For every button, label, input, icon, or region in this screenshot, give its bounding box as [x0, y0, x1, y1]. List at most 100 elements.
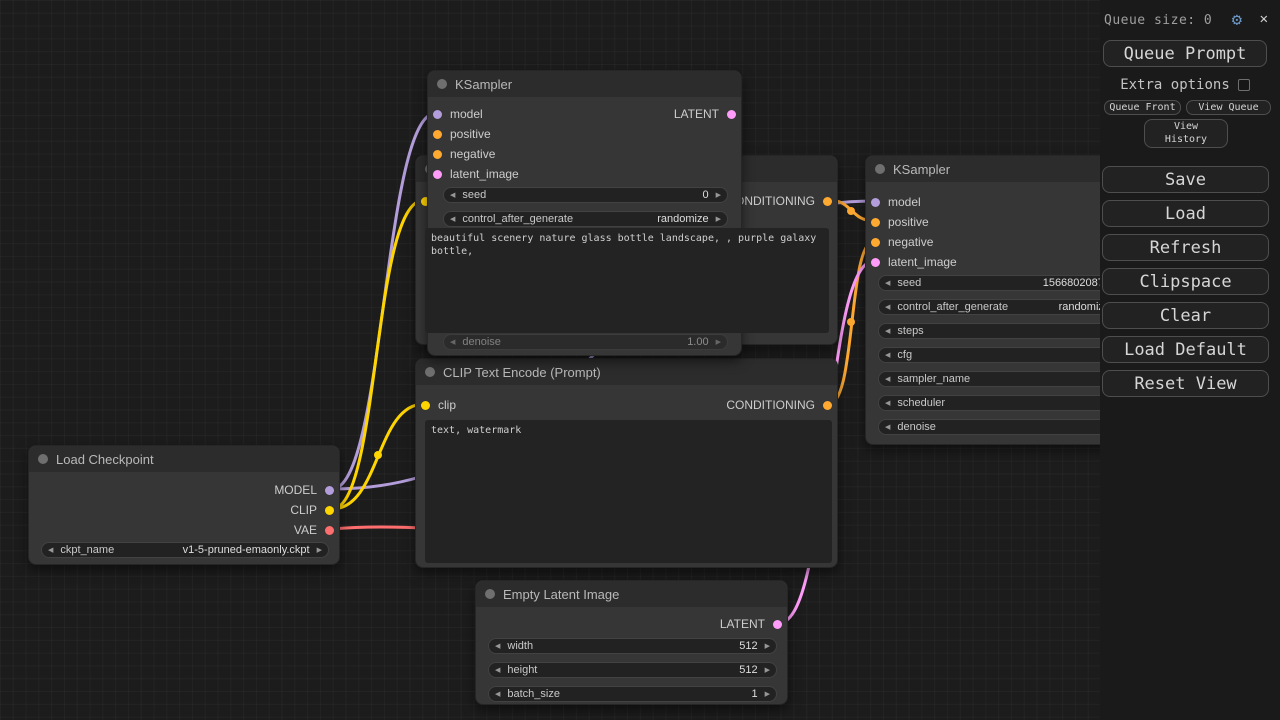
- latent-image-input-port[interactable]: [433, 170, 442, 179]
- scheduler-widget[interactable]: ◀ scheduler: [878, 395, 1124, 411]
- node-title: Empty Latent Image: [503, 587, 619, 602]
- widget-decrement-icon[interactable]: ◀: [885, 280, 890, 287]
- widget-increment-icon[interactable]: ▶: [716, 216, 721, 223]
- node-title: KSampler: [455, 77, 512, 92]
- positive-input-port[interactable]: [871, 218, 880, 227]
- seed-widget[interactable]: ◀ seed 0 ▶: [443, 187, 728, 203]
- widget-increment-icon[interactable]: ▶: [716, 192, 721, 199]
- negative-input: negative: [433, 146, 495, 162]
- queue-front-button[interactable]: Queue Front: [1104, 100, 1181, 115]
- extra-options-label: Extra options: [1120, 77, 1230, 93]
- model-output-port[interactable]: [325, 486, 334, 495]
- clip-input-port[interactable]: [421, 401, 430, 410]
- load-default-button[interactable]: Load Default: [1102, 336, 1269, 363]
- widget-decrement-icon[interactable]: ◀: [885, 328, 890, 335]
- model-output: MODEL: [274, 482, 334, 498]
- settings-gear-icon[interactable]: ⚙: [1232, 10, 1242, 30]
- model-input: model: [433, 106, 483, 122]
- comfy-menu: Queue size: 0 ⚙ ✕ Queue Prompt Extra opt…: [1100, 0, 1280, 720]
- reset-view-button[interactable]: Reset View: [1102, 370, 1269, 397]
- node-load-checkpoint[interactable]: Load Checkpoint MODEL CLIP VAE ◀ ckpt_na…: [28, 445, 340, 565]
- widget-decrement-icon[interactable]: ◀: [495, 691, 500, 698]
- widget-increment-icon[interactable]: ▶: [716, 339, 721, 346]
- save-button[interactable]: Save: [1102, 166, 1269, 193]
- latent-output-port[interactable]: [773, 620, 782, 629]
- close-icon[interactable]: ✕: [1260, 11, 1268, 27]
- vae-output-port[interactable]: [325, 526, 334, 535]
- view-queue-button[interactable]: View Queue: [1186, 100, 1271, 115]
- latent-output: LATENT: [674, 106, 736, 122]
- clip-output-port[interactable]: [325, 506, 334, 515]
- clipspace-button[interactable]: Clipspace: [1102, 268, 1269, 295]
- refresh-button[interactable]: Refresh: [1102, 234, 1269, 261]
- model-input-port[interactable]: [871, 198, 880, 207]
- denoise-widget[interactable]: ◀ denoise 1.00 ▶: [443, 334, 728, 350]
- latent-output-port[interactable]: [727, 110, 736, 119]
- widget-decrement-icon[interactable]: ◀: [885, 424, 890, 431]
- height-widget[interactable]: ◀ height 512 ▶: [488, 662, 777, 678]
- widget-decrement-icon[interactable]: ◀: [885, 352, 890, 359]
- widget-decrement-icon[interactable]: ◀: [450, 192, 455, 199]
- negative-prompt-textarea[interactable]: text, watermark: [425, 420, 832, 563]
- cfg-widget[interactable]: ◀ cfg: [878, 347, 1124, 363]
- node-title: CLIP Text Encode (Prompt): [443, 365, 601, 380]
- widget-increment-icon[interactable]: ▶: [317, 547, 322, 554]
- conditioning-output: CONDITIONING: [726, 397, 832, 413]
- node-empty-latent-image[interactable]: Empty Latent Image LATENT ◀ width 512 ▶ …: [475, 580, 788, 705]
- widget-decrement-icon[interactable]: ◀: [885, 400, 890, 407]
- extra-options-checkbox[interactable]: [1238, 79, 1250, 91]
- latent-output: LATENT: [720, 616, 782, 632]
- node-title-bar[interactable]: CLIP Text Encode (Prompt): [416, 359, 837, 385]
- control-after-generate-widget[interactable]: ◀ control_after_generate randomize: [878, 299, 1124, 315]
- sampler-name-widget[interactable]: ◀ sampler_name: [878, 371, 1124, 387]
- seed-widget[interactable]: ◀ seed 15668020871: [878, 275, 1124, 291]
- latent-image-input-port[interactable]: [871, 258, 880, 267]
- widget-decrement-icon[interactable]: ◀: [885, 376, 890, 383]
- positive-input: positive: [433, 126, 491, 142]
- load-button[interactable]: Load: [1102, 200, 1269, 227]
- width-widget[interactable]: ◀ width 512 ▶: [488, 638, 777, 654]
- conditioning-output-port[interactable]: [823, 197, 832, 206]
- negative-input: negative: [871, 234, 933, 250]
- widget-increment-icon[interactable]: ▶: [765, 691, 770, 698]
- node-title-bar[interactable]: KSampler: [428, 71, 741, 97]
- negative-input-port[interactable]: [433, 150, 442, 159]
- widget-decrement-icon[interactable]: ◀: [885, 304, 890, 311]
- queue-prompt-button[interactable]: Queue Prompt: [1103, 40, 1267, 67]
- collapse-dot-icon[interactable]: [38, 454, 48, 464]
- node-title-bar[interactable]: KSampler: [866, 156, 1134, 182]
- view-history-button[interactable]: View History: [1144, 119, 1228, 148]
- steps-widget[interactable]: ◀ steps: [878, 323, 1124, 339]
- node-title-bar[interactable]: Empty Latent Image: [476, 581, 787, 607]
- collapse-dot-icon[interactable]: [425, 367, 435, 377]
- conditioning-output-port[interactable]: [823, 401, 832, 410]
- model-input-port[interactable]: [433, 110, 442, 119]
- queue-size-label: Queue size: 0: [1104, 13, 1212, 28]
- node-title: KSampler: [893, 162, 950, 177]
- node-title-bar[interactable]: Load Checkpoint: [29, 446, 339, 472]
- node-title: Load Checkpoint: [56, 452, 154, 467]
- positive-prompt-textarea[interactable]: beautiful scenery nature glass bottle la…: [425, 228, 829, 333]
- control-after-generate-widget[interactable]: ◀ control_after_generate randomize ▶: [443, 211, 728, 227]
- widget-decrement-icon[interactable]: ◀: [450, 216, 455, 223]
- batch-size-widget[interactable]: ◀ batch_size 1 ▶: [488, 686, 777, 702]
- widget-decrement-icon[interactable]: ◀: [495, 667, 500, 674]
- clip-output: CLIP: [290, 502, 334, 518]
- collapse-dot-icon[interactable]: [437, 79, 447, 89]
- widget-decrement-icon[interactable]: ◀: [495, 643, 500, 650]
- latent-image-input: latent_image: [871, 254, 957, 270]
- collapse-dot-icon[interactable]: [485, 589, 495, 599]
- positive-input-port[interactable]: [433, 130, 442, 139]
- model-input: model: [871, 194, 921, 210]
- widget-decrement-icon[interactable]: ◀: [48, 547, 53, 554]
- ckpt-name-widget[interactable]: ◀ ckpt_name v1-5-pruned-emaonly.ckpt ▶: [41, 542, 329, 558]
- vae-output: VAE: [294, 522, 334, 538]
- widget-increment-icon[interactable]: ▶: [765, 643, 770, 650]
- denoise-widget[interactable]: ◀ denoise: [878, 419, 1124, 435]
- widget-increment-icon[interactable]: ▶: [765, 667, 770, 674]
- node-ksampler-right[interactable]: KSampler model positive negative latent_…: [865, 155, 1135, 445]
- clear-button[interactable]: Clear: [1102, 302, 1269, 329]
- negative-input-port[interactable]: [871, 238, 880, 247]
- widget-decrement-icon[interactable]: ◀: [450, 339, 455, 346]
- collapse-dot-icon[interactable]: [875, 164, 885, 174]
